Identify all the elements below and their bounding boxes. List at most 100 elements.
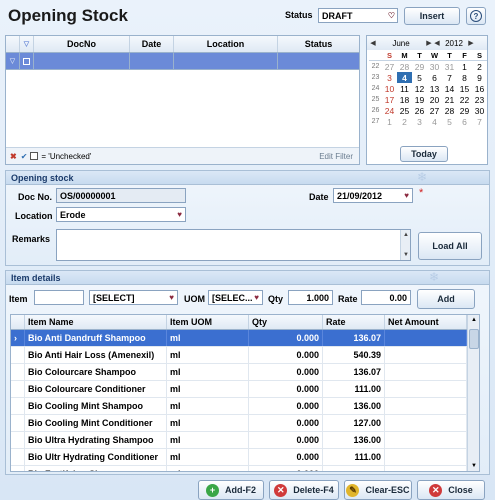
row-indicator[interactable] <box>11 415 25 431</box>
cell-net-amount[interactable] <box>385 466 467 471</box>
cell-item-uom[interactable]: ml <box>167 449 249 465</box>
calendar-day[interactable]: 6 <box>457 116 472 127</box>
calendar-day[interactable]: 11 <box>397 83 412 94</box>
cell-net-amount[interactable] <box>385 381 467 397</box>
cell-item-uom[interactable]: ml <box>167 432 249 448</box>
calendar-day[interactable]: 1 <box>457 61 472 72</box>
calendar-year[interactable]: 2012 <box>441 39 467 48</box>
cell-rate[interactable]: 136.07 <box>323 364 385 380</box>
row-indicator[interactable] <box>11 398 25 414</box>
cell-item-name[interactable]: Bio Cooling Mint Conditioner <box>25 415 167 431</box>
calendar-day[interactable]: 13 <box>427 83 442 94</box>
clear-esc-button[interactable]: ✎ Clear-ESC <box>344 480 412 500</box>
calendar-day[interactable]: 7 <box>472 116 487 127</box>
cell-net-amount[interactable] <box>385 398 467 414</box>
cell-item-name[interactable]: Bio Fortifying Shampoo <box>25 466 167 471</box>
cell-net-amount[interactable] <box>385 364 467 380</box>
row-indicator[interactable] <box>11 347 25 363</box>
cell-item-uom[interactable]: ml <box>167 347 249 363</box>
scroll-up-icon[interactable]: ▲ <box>468 315 479 325</box>
cell-net-amount[interactable] <box>385 330 467 346</box>
scroll-down-icon[interactable]: ▼ <box>401 250 411 260</box>
filter-checkbox-icon[interactable] <box>30 152 39 160</box>
calendar-day[interactable]: 26 <box>412 105 427 116</box>
next-year-icon[interactable]: ▶ <box>467 39 475 47</box>
calendar-day[interactable]: 6 <box>427 72 442 83</box>
filter-date[interactable] <box>130 53 174 69</box>
cell-item-uom[interactable]: ml <box>167 466 249 471</box>
clear-filter-icon[interactable]: ✖ <box>10 152 17 161</box>
calendar-day[interactable]: 27 <box>427 105 442 116</box>
cell-rate[interactable]: 136.07 <box>323 330 385 346</box>
calendar-day[interactable]: 29 <box>457 105 472 116</box>
date-field[interactable]: 21/09/2012 ♥ <box>333 188 413 203</box>
cell-item-name[interactable]: Bio Colourcare Shampoo <box>25 364 167 380</box>
calendar-day[interactable]: 9 <box>472 72 487 83</box>
calendar-day[interactable]: 7 <box>442 72 457 83</box>
cell-item-uom[interactable]: ml <box>167 330 249 346</box>
cell-qty[interactable]: 0.000 <box>249 415 323 431</box>
filter-status[interactable] <box>278 53 359 69</box>
cell-rate[interactable]: 136.00 <box>323 398 385 414</box>
close-button[interactable]: ✕ Close <box>417 480 485 500</box>
table-row[interactable]: Bio Cooling Mint Shampoo ml 0.000 136.00 <box>11 398 479 415</box>
cell-item-name[interactable]: Bio Colourcare Conditioner <box>25 381 167 397</box>
insert-button[interactable]: Insert <box>404 7 460 25</box>
calendar-day[interactable]: 31 <box>442 61 457 72</box>
cell-rate[interactable] <box>323 466 385 471</box>
row-indicator[interactable] <box>11 364 25 380</box>
calendar-day[interactable]: 2 <box>397 116 412 127</box>
filter-row[interactable]: ▽ <box>6 53 359 70</box>
calendar-day[interactable]: 30 <box>472 105 487 116</box>
table-row[interactable]: Bio Ultra Hydrating Shampoo ml 0.000 136.00 <box>11 432 479 449</box>
cell-qty[interactable]: 0.000 <box>249 364 323 380</box>
load-all-button[interactable]: Load All <box>418 232 482 260</box>
table-row[interactable]: Bio Colourcare Conditioner ml 0.000 111.00 <box>11 381 479 398</box>
filter-docno[interactable] <box>34 53 130 69</box>
today-button[interactable]: Today <box>400 146 448 162</box>
document-list-grid[interactable]: ▽ DocNo Date Location Status ▽ ✖ ✔ = 'Un… <box>5 35 360 165</box>
col-rate[interactable]: Rate <box>323 315 385 329</box>
row-indicator[interactable] <box>11 432 25 448</box>
item-grid[interactable]: Item Name Item UOM Qty Rate Net Amount ›… <box>10 314 480 472</box>
item-select[interactable]: [SELECT] ♥ <box>89 290 178 305</box>
col-docno[interactable]: DocNo <box>34 36 130 52</box>
cell-net-amount[interactable] <box>385 347 467 363</box>
help-button[interactable]: ? <box>466 7 486 25</box>
filter-checkbox[interactable] <box>20 53 34 69</box>
cell-item-name[interactable]: Bio Ultra Hydrating Shampoo <box>25 432 167 448</box>
calendar-day[interactable]: 28 <box>442 105 457 116</box>
cell-qty[interactable]: 0.000 <box>249 432 323 448</box>
calendar-day[interactable]: 3 <box>382 72 397 83</box>
calendar-day[interactable]: 22 <box>457 94 472 105</box>
calendar-day[interactable]: 14 <box>442 83 457 94</box>
calendar-day[interactable]: 19 <box>412 94 427 105</box>
scroll-up-icon[interactable]: ▲ <box>401 230 411 240</box>
cell-rate[interactable]: 111.00 <box>323 449 385 465</box>
calendar-day[interactable]: 12 <box>412 83 427 94</box>
uom-select[interactable]: [SELEC... ♥ <box>208 290 263 305</box>
calendar-month[interactable]: June <box>377 39 425 48</box>
table-row[interactable]: › Bio Anti Dandruff Shampoo ml 0.000 136.07 <box>11 330 479 347</box>
col-date[interactable]: Date <box>130 36 174 52</box>
col-location[interactable]: Location <box>174 36 278 52</box>
calendar-day[interactable]: 10 <box>382 83 397 94</box>
calendar-day[interactable]: 3 <box>412 116 427 127</box>
calendar-day[interactable]: 4 <box>397 72 412 83</box>
table-row[interactable]: Bio Cooling Mint Conditioner ml 0.000 127.0… <box>11 415 479 432</box>
calendar-day[interactable]: 23 <box>472 94 487 105</box>
add-f2-button[interactable]: + Add-F2 <box>198 480 264 500</box>
filter-location[interactable] <box>174 53 278 69</box>
calendar-day[interactable]: 1 <box>382 116 397 127</box>
cell-net-amount[interactable] <box>385 432 467 448</box>
prev-month-icon[interactable]: ◀ <box>369 39 377 47</box>
calendar-day[interactable]: 25 <box>397 105 412 116</box>
calendar-day[interactable]: 4 <box>427 116 442 127</box>
calendar-day[interactable]: 27 <box>382 61 397 72</box>
add-item-button[interactable]: Add <box>417 289 475 309</box>
cell-qty[interactable]: 0.000 <box>249 398 323 414</box>
next-month-icon[interactable]: ▶ <box>425 39 433 47</box>
cell-item-name[interactable]: Bio Anti Hair Loss (Amenexil) <box>25 347 167 363</box>
col-status[interactable]: Status <box>278 36 359 52</box>
cell-item-name[interactable]: Bio Cooling Mint Shampoo <box>25 398 167 414</box>
